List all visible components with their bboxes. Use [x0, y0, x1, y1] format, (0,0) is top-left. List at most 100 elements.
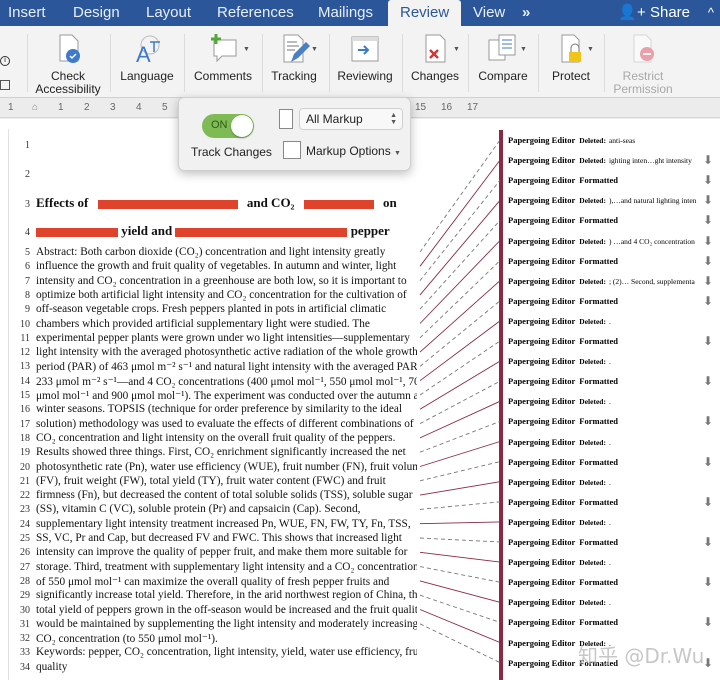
markup-balloon[interactable]: Papergoing Editor Deleted:) …and 4 CO₂ co… — [508, 236, 703, 246]
markup-balloon[interactable]: Papergoing Editor Deleted: anti-seas — [508, 135, 703, 145]
balloon-expand-arrow-icon[interactable]: ⬇ — [703, 334, 713, 348]
word-count-icon[interactable] — [0, 80, 10, 90]
tab-design[interactable]: Design — [73, 0, 120, 26]
protect-button[interactable]: ▼ Protect — [542, 26, 600, 98]
markup-balloon[interactable]: Papergoing Editor Deleted:. — [508, 557, 703, 567]
markup-balloon[interactable]: Papergoing Editor Deleted:; (2)… Second, … — [508, 276, 703, 286]
markup-balloon[interactable]: Papergoing Editor Formatted — [508, 215, 703, 225]
line-number: 33 — [20, 647, 30, 659]
balloon-action: Formatted — [579, 376, 619, 387]
balloon-expand-arrow-icon[interactable]: ⬇ — [703, 495, 713, 509]
collapse-ribbon-button[interactable]: ^ — [708, 0, 714, 26]
balloon-expand-arrow-icon[interactable]: ⬇ — [703, 575, 713, 589]
balloon-expand-arrow-icon[interactable]: ⬇ — [703, 173, 713, 187]
ruler-number: 16 — [441, 102, 453, 113]
caret-down-icon: ▼ — [587, 46, 594, 53]
compare-button[interactable]: ▼ Compare — [472, 26, 534, 98]
markup-balloon[interactable]: Papergoing Editor Formatted — [508, 537, 703, 547]
document-line: total yield of peppers grown in the off-… — [36, 603, 417, 616]
markup-balloon[interactable]: Papergoing Editor Formatted — [508, 416, 703, 426]
ruler-number: 15 — [415, 102, 427, 113]
balloon-action: Deleted: — [579, 598, 606, 608]
comment-add-icon — [211, 34, 237, 63]
markup-options-label: Markup Options — [306, 144, 391, 158]
balloon-expand-arrow-icon[interactable]: ⬇ — [703, 234, 713, 248]
markup-balloon[interactable]: Papergoing Editor Formatted — [508, 376, 703, 386]
balloon-action: Deleted: — [579, 477, 606, 487]
language-button[interactable]: A Language — [113, 26, 181, 98]
tab-mailings[interactable]: Mailings — [318, 0, 373, 26]
markup-options-button[interactable]: Markup Options ▼ — [306, 144, 401, 158]
line-number: 29 — [20, 590, 30, 602]
markup-balloon[interactable]: Papergoing Editor Deleted: ighting inten…g… — [508, 155, 703, 165]
restrict-permission-label: Restrict Permission — [613, 69, 673, 96]
balloon-expand-arrow-icon[interactable]: ⬇ — [703, 535, 713, 549]
markup-balloon[interactable]: Papergoing Editor Deleted:. — [508, 396, 703, 406]
changes-label: Changes — [410, 69, 460, 83]
tab-layout[interactable]: Layout — [146, 0, 191, 26]
markup-balloon[interactable]: Papergoing Editor Deleted:. — [508, 437, 703, 447]
caret-down-icon: ▼ — [394, 150, 401, 157]
separator — [184, 34, 185, 92]
tracking-button[interactable]: ▼ Tracking — [263, 26, 325, 98]
markup-balloon[interactable]: Papergoing Editor Deleted:. — [508, 477, 703, 487]
balloon-expand-arrow-icon[interactable]: ⬇ — [703, 294, 713, 308]
markup-view-select[interactable]: All Markup ▲ ▼ — [299, 108, 403, 130]
balloon-expand-arrow-icon[interactable]: ⬇ — [703, 414, 713, 428]
tab-references[interactable]: References — [217, 0, 294, 26]
markup-balloon[interactable]: Papergoing Editor Formatted — [508, 256, 703, 266]
balloon-expand-arrow-icon[interactable]: ⬇ — [703, 153, 713, 167]
document-line: light intensity with the averaged photos… — [36, 346, 417, 359]
reviewing-button[interactable]: Reviewing — [332, 26, 398, 98]
markup-view-value: All Markup — [306, 112, 363, 126]
document-line: quality — [36, 660, 68, 673]
document-line: experimental pepper plants were grown un… — [36, 331, 410, 344]
comments-button[interactable]: ▼ Comments — [187, 26, 259, 98]
tab-overflow-button[interactable]: » — [522, 0, 530, 26]
document-line: of 550 μmol mol⁻¹ can maximize the overa… — [36, 575, 390, 588]
track-changes-toggle[interactable]: ON — [202, 114, 254, 138]
toggle-knob — [231, 115, 253, 137]
markup-balloon[interactable]: Papergoing Editor Deleted:. — [508, 316, 703, 326]
balloon-author: Papergoing Editor — [508, 637, 576, 648]
document-line: storage. Third, treatment with supplemen… — [36, 560, 417, 573]
tab-view[interactable]: View — [473, 0, 505, 26]
tab-review[interactable]: Review — [388, 0, 462, 26]
line-number: 10 — [20, 318, 30, 330]
balloon-author: Papergoing Editor — [508, 175, 576, 186]
changes-button[interactable]: ▼ Changes — [405, 26, 465, 98]
markup-balloon[interactable]: Papergoing Editor Deleted:. — [508, 517, 703, 527]
markup-balloon[interactable]: Papergoing Editor Deleted:. — [508, 597, 703, 607]
balloon-expand-arrow-icon[interactable]: ⬇ — [703, 274, 713, 288]
balloon-action: Formatted — [579, 336, 619, 346]
balloon-expand-arrow-icon[interactable]: ⬇ — [703, 615, 713, 629]
line-number: 22 — [20, 490, 30, 502]
line-number: 12 — [20, 347, 30, 359]
balloon-expand-arrow-icon[interactable]: ⬇ — [703, 254, 713, 268]
markup-balloon[interactable]: Papergoing Editor Deleted:),…and natural … — [508, 195, 703, 205]
tab-insert[interactable]: Insert — [8, 0, 46, 26]
markup-balloon[interactable]: Papergoing Editor Formatted — [508, 617, 703, 627]
balloon-expand-arrow-icon[interactable]: ⬇ — [703, 656, 713, 670]
balloon-detail: . — [608, 397, 611, 407]
ruler-number: 1 — [58, 102, 64, 113]
balloon-expand-arrow-icon[interactable]: ⬇ — [703, 193, 713, 207]
balloon-author: Papergoing Editor — [508, 155, 576, 166]
info-icon[interactable]: i — [0, 56, 10, 66]
tracking-pencil-icon — [283, 34, 310, 63]
markup-balloon[interactable]: Papergoing Editor Formatted — [508, 497, 703, 507]
markup-balloon[interactable]: Papergoing Editor Formatted — [508, 175, 703, 185]
balloon-expand-arrow-icon[interactable]: ⬇ — [703, 455, 713, 469]
share-button[interactable]: 👤+ Share — [618, 0, 690, 26]
balloon-expand-arrow-icon[interactable]: ⬇ — [703, 374, 713, 388]
restrict-permission-button[interactable]: Restrict Permission — [607, 26, 679, 98]
markup-balloon[interactable]: Papergoing Editor Formatted — [508, 457, 703, 467]
markup-balloon[interactable]: Papergoing Editor Formatted — [508, 336, 703, 346]
indent-marker-icon[interactable]: ⌂ — [32, 102, 38, 113]
check-accessibility-button[interactable]: Check Accessibility — [30, 26, 106, 98]
markup-balloon[interactable]: Papergoing Editor Formatted — [508, 577, 703, 587]
markup-balloon[interactable]: Papergoing Editor Formatted — [508, 296, 703, 306]
balloon-expand-arrow-icon[interactable]: ⬇ — [703, 213, 713, 227]
markup-balloon[interactable]: Papergoing Editor Deleted:. — [508, 356, 703, 366]
document-line: photosynthetic rate (Pn), water use effi… — [36, 460, 417, 473]
